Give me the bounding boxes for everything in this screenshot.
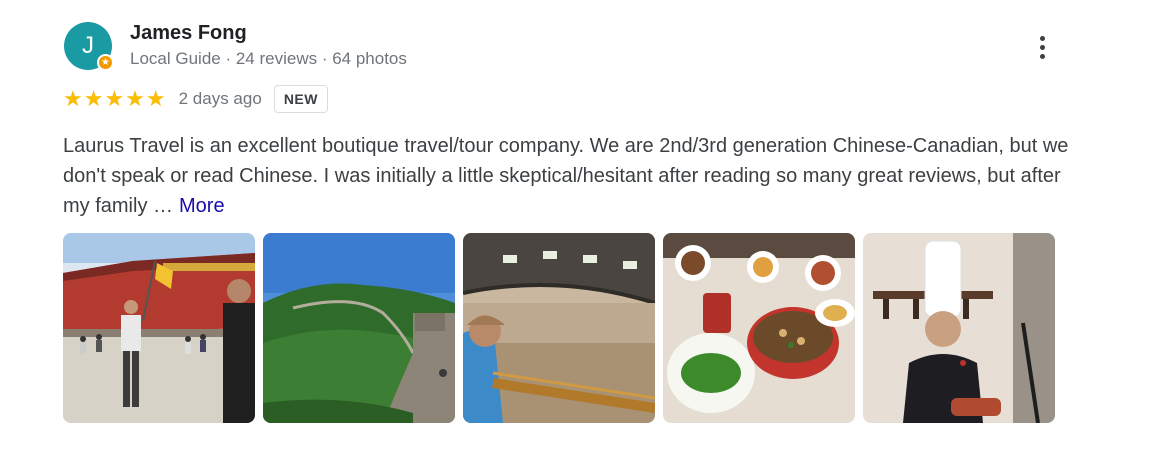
review-photo-1[interactable] <box>63 233 255 423</box>
more-vert-icon-dot <box>1039 44 1045 50</box>
reviewer-meta: Local Guide · 24 reviews · 64 photos <box>130 49 407 68</box>
review-photos <box>63 233 1055 423</box>
more-vert-icon-dot <box>1039 53 1045 59</box>
review-photo-2[interactable] <box>263 233 455 423</box>
dinner-table-photo <box>663 233 855 423</box>
new-badge: NEW <box>273 85 328 113</box>
review-date: 2 days ago <box>178 89 262 108</box>
review-photo-5[interactable] <box>863 233 1055 423</box>
avatar-initial: J <box>82 32 94 59</box>
rating-row: ★★★★★ 2 days ago NEW <box>63 84 328 114</box>
forbidden-city-photo <box>63 233 255 423</box>
more-vert-icon-dot <box>1039 35 1045 41</box>
review-text: Laurus Travel is an excellent boutique t… <box>63 131 1073 221</box>
terracotta-hall-photo <box>463 233 655 423</box>
more-options-button[interactable] <box>1027 30 1057 64</box>
star-rating: ★★★★★ <box>63 86 167 111</box>
chef-photo <box>863 233 1055 423</box>
great-wall-photo <box>263 233 455 423</box>
review-photo-3[interactable] <box>463 233 655 423</box>
review-photo-4[interactable] <box>663 233 855 423</box>
more-link[interactable]: More <box>179 195 225 217</box>
reviewer-name[interactable]: James Fong <box>130 22 247 45</box>
avatar[interactable]: J ★ <box>64 22 114 71</box>
local-guide-badge-icon: ★ <box>97 54 114 71</box>
